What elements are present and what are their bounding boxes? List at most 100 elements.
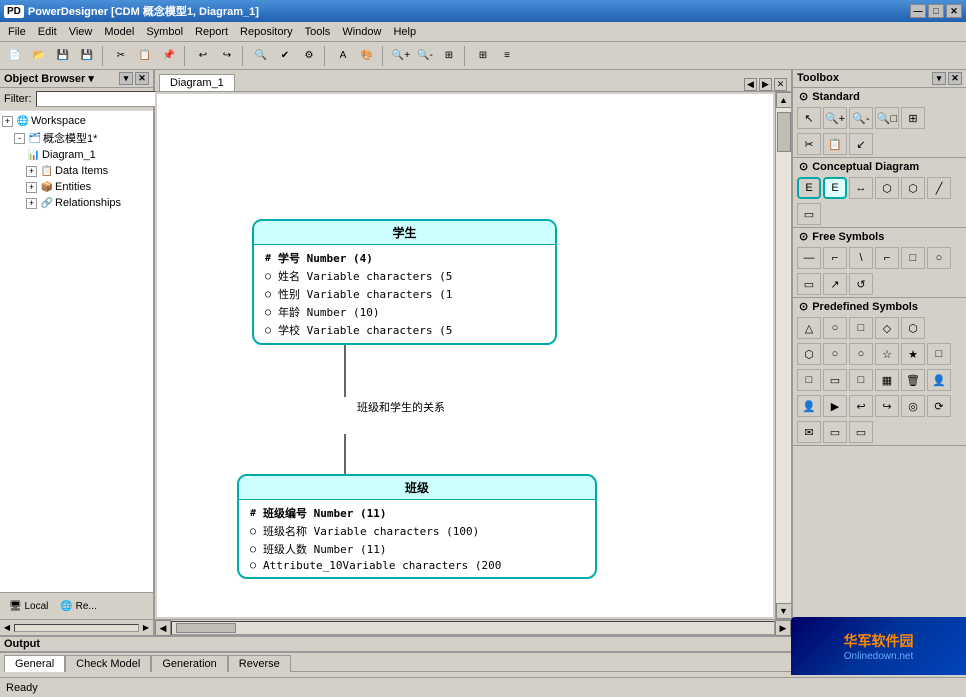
tb-corner[interactable]: ⌐: [875, 247, 899, 269]
menu-view[interactable]: View: [63, 24, 99, 40]
toolbar-font[interactable]: A: [332, 45, 354, 67]
toolbox-predefined-header[interactable]: ⊙ Predefined Symbols: [793, 298, 966, 315]
toolbox-pin[interactable]: ▾: [932, 72, 946, 85]
toolbar-check[interactable]: ✔: [274, 45, 296, 67]
scroll-left-btn[interactable]: ◀: [155, 620, 171, 636]
tb-ring[interactable]: ◎: [901, 395, 925, 417]
tb-oval[interactable]: ○: [823, 343, 847, 365]
workspace-expand[interactable]: +: [2, 116, 13, 127]
menu-report[interactable]: Report: [189, 24, 234, 40]
tb-assoc[interactable]: ▭: [797, 203, 821, 225]
tb-rounded-rect[interactable]: ▭: [797, 273, 821, 295]
toolbox-conceptual-header[interactable]: ⊙ Conceptual Diagram: [793, 158, 966, 175]
tb-trash[interactable]: 🗑: [901, 369, 925, 391]
toolbar-save-all[interactable]: 💾: [76, 45, 98, 67]
model-expand[interactable]: -: [14, 133, 25, 144]
tb-inherit1[interactable]: ⬡: [875, 177, 899, 199]
scroll-left[interactable]: ◀: [0, 621, 14, 635]
toolbar-new[interactable]: 📄: [4, 45, 26, 67]
menu-symbol[interactable]: Symbol: [140, 24, 189, 40]
tree-diagram[interactable]: 📊 Diagram_1: [2, 147, 151, 163]
tb-diamond[interactable]: ◇: [875, 317, 899, 339]
tree-model[interactable]: - 🗂 概念模型1*: [2, 129, 151, 147]
tb-cut[interactable]: ✂: [797, 133, 821, 155]
menu-model[interactable]: Model: [98, 24, 140, 40]
close-button[interactable]: ✕: [946, 4, 962, 18]
toolbar-save[interactable]: 💾: [52, 45, 74, 67]
tb-rect3[interactable]: □: [797, 369, 821, 391]
menu-window[interactable]: Window: [336, 24, 387, 40]
tb-arc[interactable]: ⌐: [823, 247, 847, 269]
scroll-track-v[interactable]: [776, 108, 792, 603]
tb-zoom-minus[interactable]: 🔍-: [849, 107, 873, 129]
tb-star1[interactable]: ☆: [875, 343, 899, 365]
relationships-expand[interactable]: +: [26, 198, 37, 209]
scroll-down-btn[interactable]: ▼: [776, 603, 792, 619]
scroll-up-btn[interactable]: ▲: [776, 92, 792, 108]
tb-oval2[interactable]: ○: [849, 343, 873, 365]
object-browser-close[interactable]: ✕: [135, 72, 149, 85]
tb-rect4[interactable]: ▭: [823, 369, 847, 391]
toolbar-zoom-in[interactable]: 🔍+: [390, 45, 412, 67]
tb-inherit2[interactable]: ⬡: [901, 177, 925, 199]
tb-zoom-fit2[interactable]: ⊞: [901, 107, 925, 129]
toolbar-redo[interactable]: ↪: [216, 45, 238, 67]
tab-reverse[interactable]: Reverse: [228, 655, 291, 672]
tb-arrow3[interactable]: ↪: [875, 395, 899, 417]
toolbar-generate[interactable]: ⚙: [298, 45, 320, 67]
tree-entities[interactable]: + 📦 Entities: [2, 179, 151, 195]
menu-repository[interactable]: Repository: [234, 24, 299, 40]
tb-line[interactable]: —: [797, 247, 821, 269]
scroll-thumb-v[interactable]: [777, 112, 791, 152]
tree-data-items[interactable]: + 📋 Data Items: [2, 163, 151, 179]
tb-person2[interactable]: 👤: [797, 395, 821, 417]
tb-rect2[interactable]: □: [927, 343, 951, 365]
diagram-tab[interactable]: Diagram_1: [159, 74, 235, 91]
tb-diagonal[interactable]: \: [849, 247, 873, 269]
tb-star2[interactable]: ★: [901, 343, 925, 365]
scroll-track-h[interactable]: [171, 621, 775, 635]
toolbar-open[interactable]: 📂: [28, 45, 50, 67]
tab-generation[interactable]: Generation: [151, 655, 227, 672]
local-tab[interactable]: 🖥 Local: [4, 595, 53, 617]
toolbar-paste[interactable]: 📌: [158, 45, 180, 67]
tab-check-model[interactable]: Check Model: [65, 655, 151, 672]
menu-tools[interactable]: Tools: [299, 24, 337, 40]
tb-square[interactable]: □: [849, 317, 873, 339]
tb-rect7[interactable]: ▭: [849, 421, 873, 443]
tb-arrow2[interactable]: ↩: [849, 395, 873, 417]
data-items-expand[interactable]: +: [26, 166, 37, 177]
tb-mail[interactable]: ✉: [797, 421, 821, 443]
menu-help[interactable]: Help: [387, 24, 422, 40]
menu-file[interactable]: File: [2, 24, 32, 40]
diagram-canvas[interactable]: 学生 # 学号 Number (4) ○ 姓名 Variable charact…: [157, 94, 773, 617]
tb-relationship[interactable]: ↔: [849, 177, 873, 199]
maximize-button[interactable]: □: [928, 4, 944, 18]
tab-close[interactable]: ✕: [774, 78, 787, 91]
tree-relationships[interactable]: + 🔗 Relationships: [2, 195, 151, 211]
tb-rect6[interactable]: ▭: [823, 421, 847, 443]
tab-nav-right[interactable]: ▶: [759, 78, 772, 91]
entity-class[interactable]: 班级 # 班级编号 Number (11) ○ 班级名称 Variable ch…: [237, 474, 597, 579]
tb-zoom-plus[interactable]: 🔍+: [823, 107, 847, 129]
tb-hex1[interactable]: ⬡: [901, 317, 925, 339]
tb-entity[interactable]: E: [797, 177, 821, 199]
tb-pointer[interactable]: ↖: [797, 107, 821, 129]
toolbar-cut[interactable]: ✂: [110, 45, 132, 67]
tb-copy[interactable]: 📋: [823, 133, 847, 155]
tab-general[interactable]: General: [4, 655, 65, 672]
tb-triangle[interactable]: △: [797, 317, 821, 339]
tb-entity2[interactable]: E: [823, 177, 847, 199]
tb-arrow1[interactable]: ▶: [823, 395, 847, 417]
tb-person1[interactable]: 👤: [927, 369, 951, 391]
tb-link[interactable]: ╱: [927, 177, 951, 199]
toolbar-zoom-out[interactable]: 🔍-: [414, 45, 436, 67]
tb-ellipse[interactable]: ○: [927, 247, 951, 269]
toolbar-find[interactable]: 🔍: [250, 45, 272, 67]
toolbox-standard-header[interactable]: ⊙ Standard: [793, 88, 966, 105]
toolbar-align[interactable]: ≡: [496, 45, 518, 67]
entity-student[interactable]: 学生 # 学号 Number (4) ○ 姓名 Variable charact…: [252, 219, 557, 345]
toolbar-copy[interactable]: 📋: [134, 45, 156, 67]
object-browser-pin[interactable]: ▾: [119, 72, 133, 85]
toolbar-undo[interactable]: ↩: [192, 45, 214, 67]
